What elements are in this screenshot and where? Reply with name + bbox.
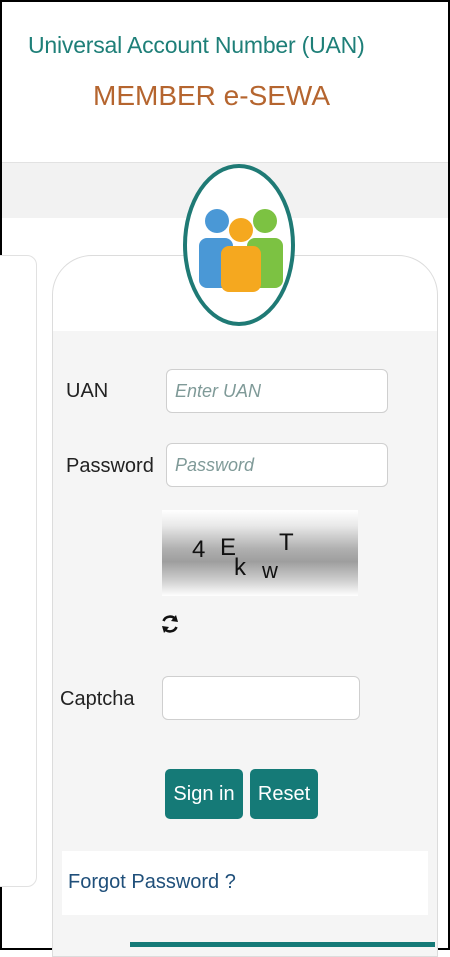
page-title: Universal Account Number (UAN) [28, 32, 365, 58]
forgot-password-link[interactable]: Forgot Password ? [68, 871, 236, 894]
refresh-captcha-button[interactable] [160, 612, 180, 636]
sign-in-button[interactable]: Sign in [165, 769, 243, 819]
page-header: Universal Account Number (UAN) MEMBER e-… [2, 2, 448, 162]
password-label: Password [66, 455, 154, 477]
logo-circle [183, 164, 295, 326]
captcha-char: k [234, 554, 247, 581]
password-input[interactable] [166, 443, 388, 487]
captcha-char: 4 [192, 536, 205, 563]
refresh-icon [162, 615, 178, 633]
forgot-password-bar: Forgot Password ? [62, 851, 428, 915]
users-group-icon [199, 209, 283, 292]
captcha-char: T [279, 529, 294, 556]
uan-label: UAN [66, 380, 109, 402]
captcha-input[interactable] [162, 676, 360, 720]
captcha-char: w [261, 558, 278, 583]
uan-input[interactable] [166, 369, 388, 413]
captcha-image: 4 E k w T [162, 510, 358, 596]
captcha-label: Captcha [60, 688, 135, 710]
bottom-accent-bar [130, 942, 435, 947]
reset-button[interactable]: Reset [250, 769, 318, 819]
left-panel [0, 255, 37, 887]
page-subtitle: MEMBER e-SEWA [93, 80, 330, 111]
